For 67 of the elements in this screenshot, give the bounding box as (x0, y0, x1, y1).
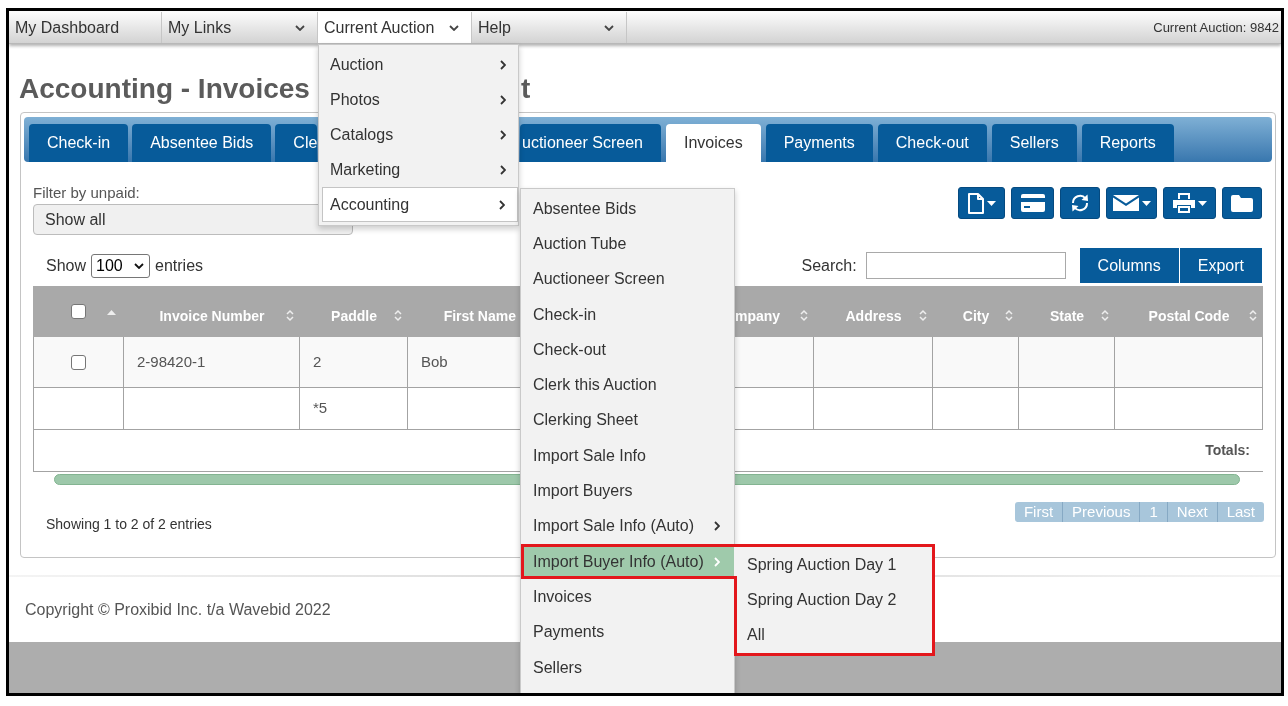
document-menu-button[interactable] (958, 187, 1005, 219)
menu-item[interactable]: Check-out (521, 332, 734, 368)
menu-item[interactable]: All (734, 617, 932, 653)
menu-item[interactable]: Import Buyers (521, 473, 734, 509)
refresh-icon (1070, 193, 1090, 213)
menu-item[interactable]: Spring Auction Day 2 (734, 582, 932, 618)
refresh-button[interactable] (1060, 187, 1100, 219)
menu-item[interactable]: Sellers (521, 649, 734, 686)
menu-item[interactable]: Auctioneer Screen (521, 261, 734, 297)
table-cell: Bob (408, 337, 520, 388)
menu-item[interactable]: Catalogs (319, 117, 518, 152)
menu-item[interactable]: Check-in (521, 296, 734, 333)
copyright-text: Copyright © Proxibid Inc. t/a Wavebid 2022 (25, 600, 331, 620)
print-menu-button[interactable] (1163, 187, 1216, 219)
menu-item[interactable]: Clerking Sheet (521, 402, 734, 439)
menu-item[interactable]: Clerk this Auction (521, 367, 734, 403)
checkbox[interactable] (71, 304, 86, 319)
totals-label: Totals: (1205, 441, 1250, 460)
table-cell: 2-98420-1 (124, 337, 300, 388)
menu-item[interactable]: Invoices (521, 579, 734, 615)
menu-item[interactable]: Import Sale Info (521, 438, 734, 474)
current-auction-label: Current Auction: 9842 (1153, 18, 1280, 37)
page-title: Accounting - Invoices (19, 73, 310, 104)
mail-menu-button[interactable] (1106, 187, 1157, 219)
folder-button[interactable] (1222, 187, 1262, 219)
card-button[interactable] (1011, 187, 1054, 219)
envelope-icon (1112, 195, 1139, 211)
tab[interactable]: Invoices (665, 124, 761, 162)
menu-item[interactable]: Spring Auction Day 1 (734, 546, 932, 583)
search-label: Search: (801, 255, 857, 276)
entries-label: entries (155, 255, 204, 276)
menu-item[interactable]: Auction (319, 47, 518, 82)
menu-item[interactable]: Import Sale Info (Auto) (521, 508, 734, 544)
tab[interactable]: Payments (765, 124, 873, 162)
entries-info: Showing 1 to 2 of 2 entries (46, 515, 212, 533)
menu-item[interactable]: Accounting (322, 187, 518, 222)
checkbox[interactable] (71, 354, 86, 370)
filter-label: Filter by unpaid: (33, 184, 140, 202)
page-size-select[interactable]: 100 (91, 253, 151, 278)
tab[interactable]: Reports (1081, 124, 1174, 162)
menu-item[interactable]: Import Buyer Info (Auto) (521, 543, 734, 580)
action-button[interactable]: Columns (1079, 248, 1179, 283)
folder-icon (1231, 194, 1253, 212)
card-icon (1020, 194, 1045, 212)
tab[interactable]: Check-in (29, 124, 129, 162)
nav-item[interactable]: Help (472, 12, 627, 43)
tab[interactable]: Check-out (877, 124, 987, 162)
chevron-down-icon (134, 262, 145, 269)
search-field[interactable] (865, 252, 1066, 279)
printer-icon (1172, 193, 1195, 213)
page-title: t (521, 73, 531, 105)
menu-item[interactable]: Photos (319, 82, 518, 117)
table-cell: *5 (300, 388, 408, 430)
menu-item[interactable]: Auction Tube (521, 226, 734, 262)
document-icon (967, 192, 984, 214)
show-label: Show (46, 255, 87, 276)
menu-item[interactable]: Marketing (319, 152, 518, 187)
tab[interactable]: Sellers (991, 124, 1077, 162)
nav-item[interactable]: My Dashboard (9, 12, 162, 43)
menu-item[interactable]: Payments (521, 614, 734, 650)
table-cell: 2 (300, 337, 408, 388)
nav-item[interactable]: Current Auction (318, 12, 472, 43)
action-button[interactable]: Export (1179, 248, 1262, 283)
tab[interactable]: Absentee Bids (132, 124, 272, 162)
tab[interactable]: Cle (275, 124, 318, 162)
menu-item[interactable]: Absentee Bids (521, 191, 734, 227)
tab[interactable]: uctioneer Screen (520, 124, 661, 162)
